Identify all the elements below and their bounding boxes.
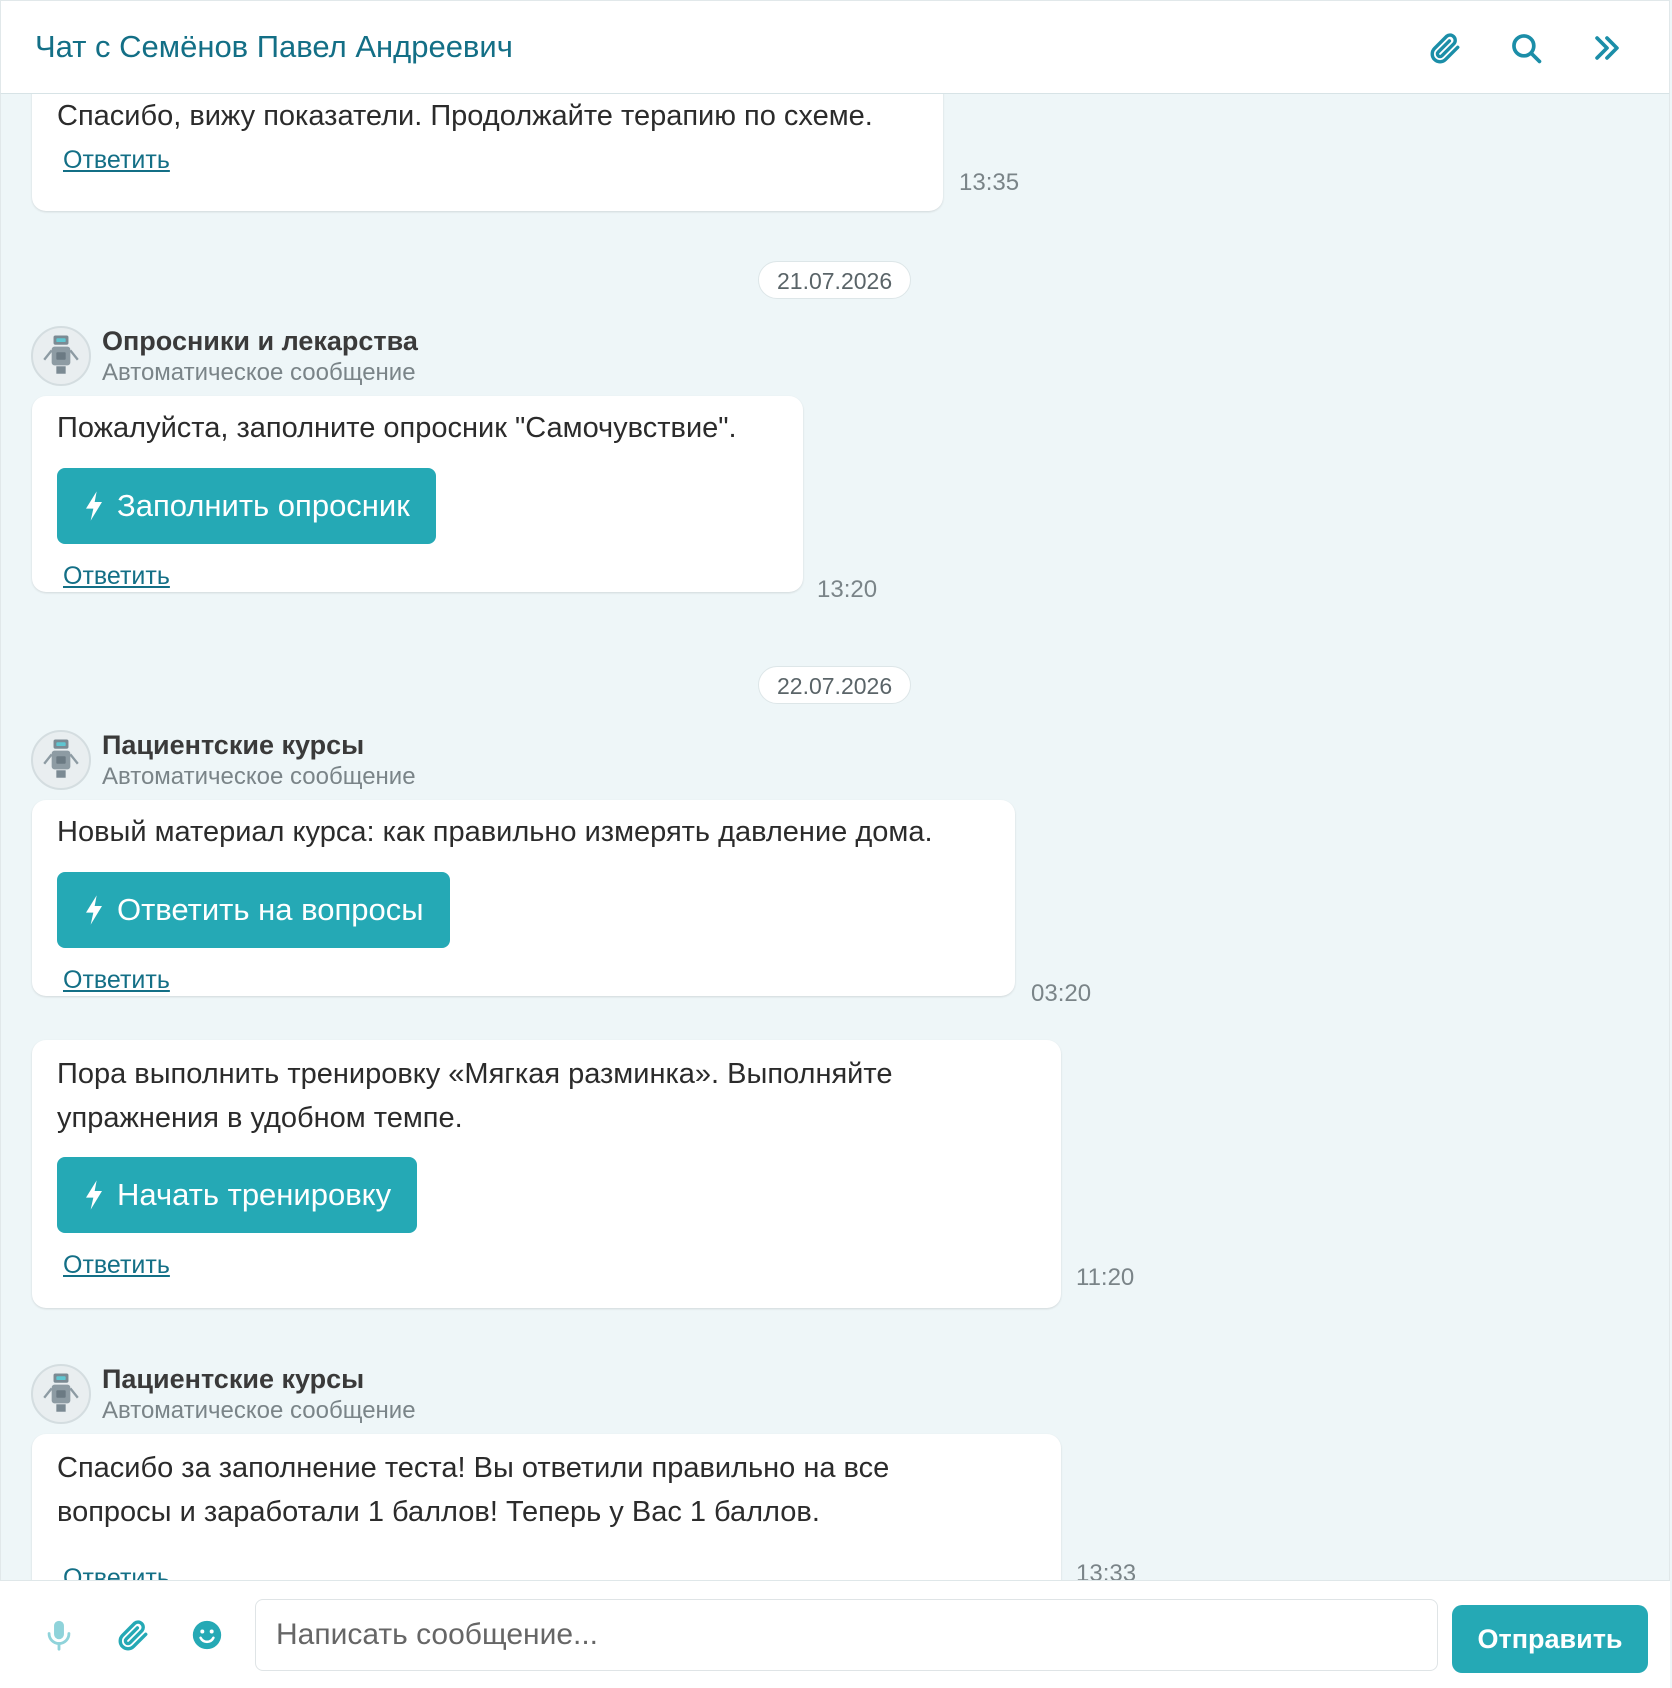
message-text-line: упражнения в удобном темпе. — [57, 1102, 463, 1134]
sender-name: Пациентские курсы — [102, 1364, 365, 1394]
answer-questions-button[interactable]: Ответить на вопросы — [57, 872, 450, 948]
lightning-icon — [86, 895, 102, 925]
double-chevron-right-icon — [1595, 36, 1619, 60]
paperclip-icon — [118, 1620, 148, 1651]
button-label: Ответить на вопросы — [117, 892, 424, 927]
reply-link[interactable]: Ответить — [63, 1251, 170, 1280]
page-title: Чат с Семёнов Павел Андреевич — [35, 29, 513, 64]
attach-file-button[interactable] — [113, 1615, 153, 1655]
date-separator: 22.07.2026 — [758, 666, 912, 704]
chat-header: Чат с Семёнов Павел Андреевич — [0, 0, 1670, 94]
bot-avatar — [31, 326, 91, 386]
message-time: 13:35 — [959, 169, 1020, 196]
search-icon — [1512, 34, 1542, 64]
robot-icon — [43, 1373, 79, 1412]
message-bubble: Пора выполнить тренировку «Мягкая размин… — [32, 1040, 1061, 1308]
date-separator: 21.07.2026 — [758, 261, 912, 299]
sender-subtitle: Автоматическое сообщение — [102, 1397, 416, 1424]
reply-link[interactable]: Ответить — [63, 562, 170, 591]
reply-link[interactable]: Ответить — [63, 1564, 170, 1580]
message-text: Спасибо, вижу показатели. Продолжайте те… — [57, 100, 873, 132]
message-input[interactable] — [255, 1599, 1438, 1671]
search-button[interactable] — [1506, 28, 1546, 68]
message-bubble: Спасибо, вижу показатели. Продолжайте те… — [32, 94, 943, 211]
message-bubble: Спасибо за заполнение теста! Вы ответили… — [32, 1434, 1061, 1580]
lightning-icon — [86, 1180, 102, 1210]
bot-avatar — [31, 730, 91, 790]
start-training-button[interactable]: Начать тренировку — [57, 1157, 418, 1233]
bot-avatar — [31, 1364, 91, 1424]
message-text: Новый материал курса: как правильно изме… — [57, 816, 933, 848]
reply-link[interactable]: Ответить — [63, 146, 170, 175]
lightning-icon — [86, 491, 102, 521]
message-text: Пора выполнить тренировку «Мягкая размин… — [57, 1052, 892, 1140]
collapse-panel-button[interactable] — [1587, 28, 1627, 68]
reply-link[interactable]: Ответить — [63, 966, 170, 995]
message-time: 03:20 — [1031, 980, 1092, 1007]
send-button[interactable]: Отправить — [1452, 1605, 1648, 1673]
message-text: Спасибо за заполнение теста! Вы ответили… — [57, 1446, 889, 1534]
message-feed[interactable]: Спасибо, вижу показатели. Продолжайте те… — [0, 94, 1670, 1580]
microphone-icon — [47, 1620, 71, 1651]
paperclip-icon — [1430, 33, 1460, 64]
message-composer: Отправить — [0, 1580, 1670, 1688]
sender-name: Пациентские курсы — [102, 730, 365, 760]
message-text-line: вопросы и заработали 1 баллов! Теперь у … — [57, 1496, 820, 1528]
robot-icon — [43, 335, 79, 374]
emoji-icon — [192, 1620, 222, 1650]
sender-subtitle: Автоматическое сообщение — [102, 359, 416, 386]
button-label: Заполнить опросник — [117, 488, 410, 523]
voice-message-button[interactable] — [39, 1615, 79, 1655]
message-text-line: Пора выполнить тренировку «Мягкая размин… — [57, 1058, 893, 1090]
emoji-button[interactable] — [187, 1615, 227, 1655]
message-time: 11:20 — [1076, 1264, 1135, 1291]
button-label: Начать тренировку — [117, 1177, 392, 1212]
sender-name: Опросники и лекарства — [102, 326, 418, 356]
message-text-line: Спасибо за заполнение теста! Вы ответили… — [57, 1452, 890, 1484]
robot-icon — [43, 739, 79, 778]
message-time: 13:20 — [817, 576, 878, 603]
attachments-button[interactable] — [1425, 28, 1465, 68]
sender-subtitle: Автоматическое сообщение — [102, 763, 416, 790]
message-time: 13:33 — [1076, 1560, 1137, 1580]
message-bubble: Новый материал курса: как правильно изме… — [32, 800, 1015, 996]
message-text: Пожалуйста, заполните опросник "Самочувс… — [57, 412, 737, 444]
fill-questionnaire-button[interactable]: Заполнить опросник — [57, 468, 436, 544]
message-bubble: Пожалуйста, заполните опросник "Самочувс… — [32, 396, 803, 592]
